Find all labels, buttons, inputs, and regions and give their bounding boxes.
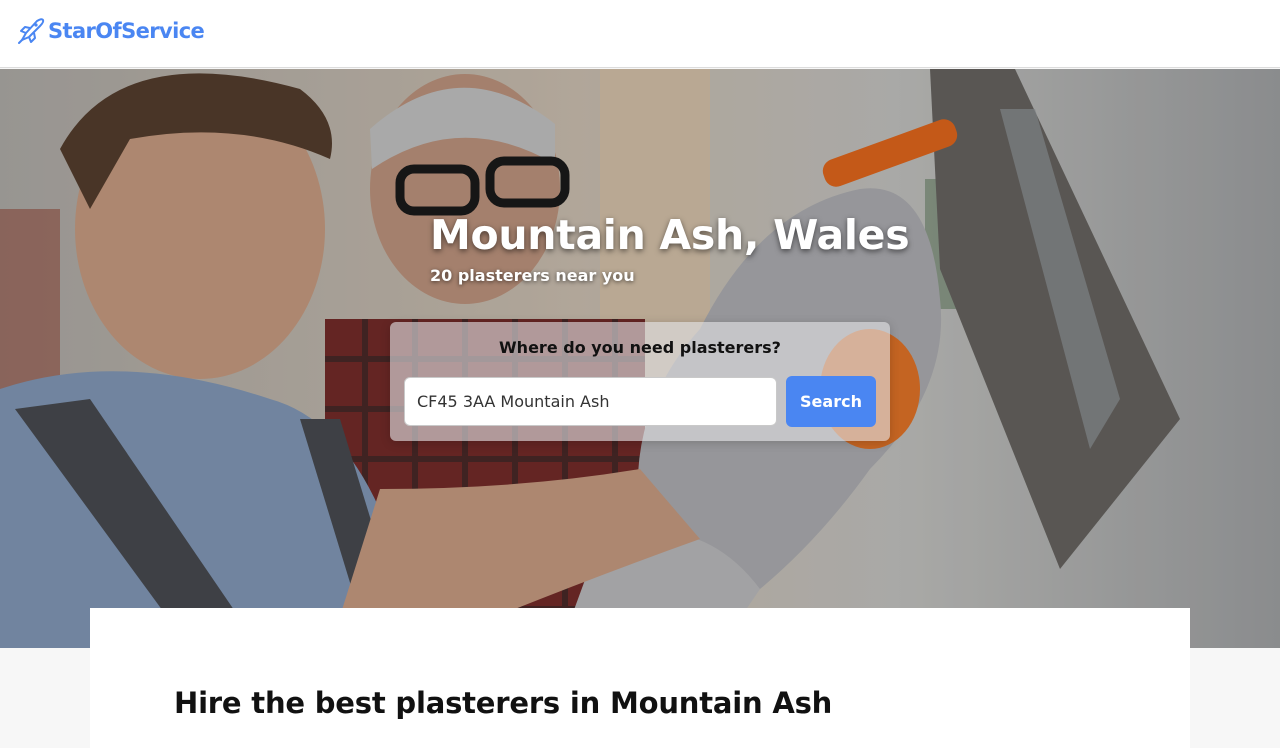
search-panel: Where do you need plasterers? Search: [390, 322, 890, 441]
search-question: Where do you need plasterers?: [499, 338, 781, 357]
brand-name: StarOfService: [48, 19, 205, 43]
top-header: StarOfService: [0, 0, 1280, 68]
search-button[interactable]: Search: [786, 376, 876, 427]
rocket-icon: [18, 18, 45, 44]
location-input[interactable]: [404, 377, 777, 426]
hero-banner: Mountain Ash, Wales 20 plasterers near y…: [0, 69, 1280, 648]
content-card: Hire the best plasterers in Mountain Ash: [90, 608, 1190, 748]
provider-count: 20 plasterers near you: [430, 266, 635, 285]
page-title: Mountain Ash, Wales: [430, 211, 910, 259]
section-heading: Hire the best plasterers in Mountain Ash: [174, 686, 833, 720]
brand-logo[interactable]: StarOfService: [16, 15, 205, 47]
